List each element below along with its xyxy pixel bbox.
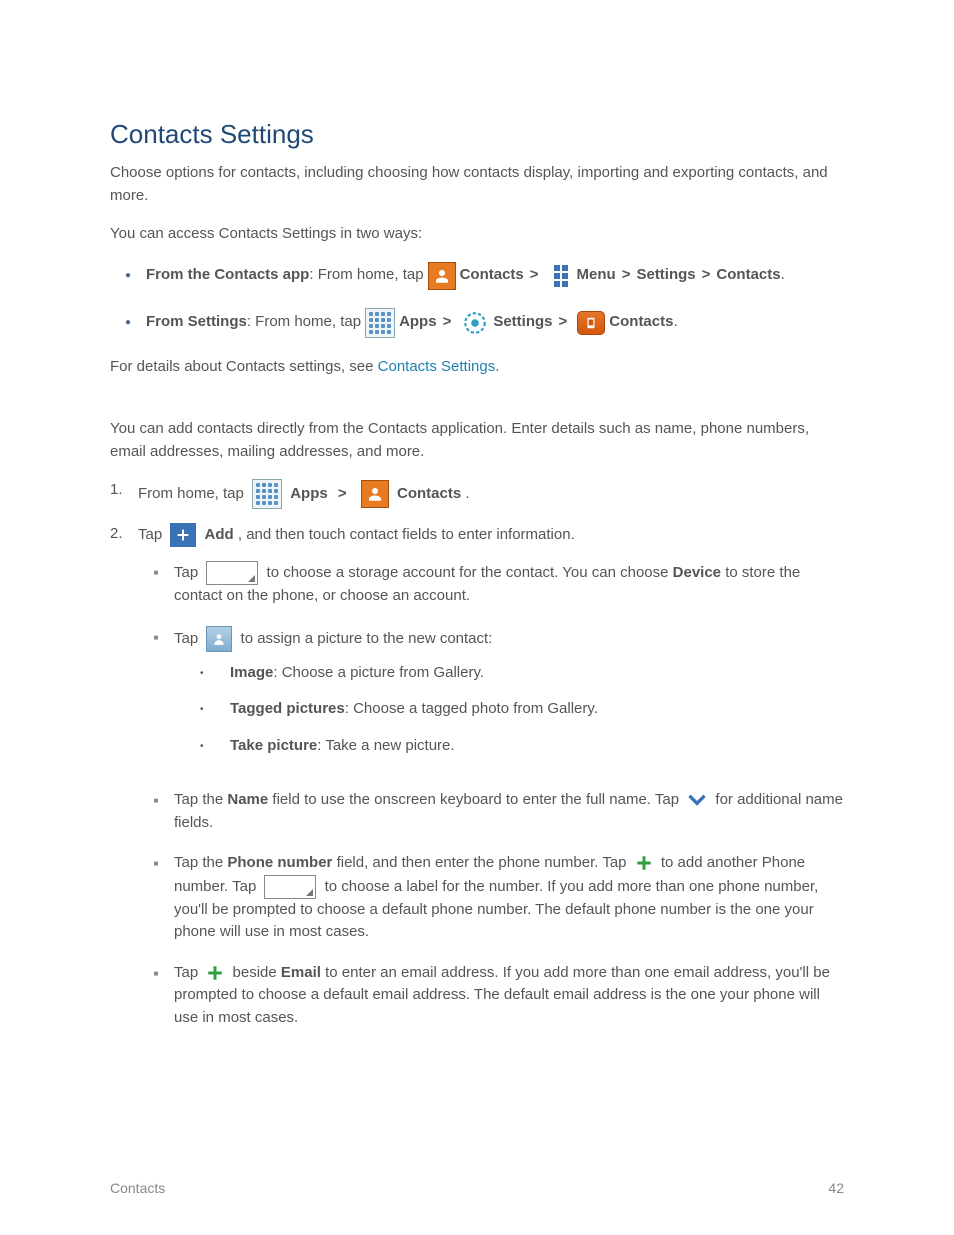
page-title: Contacts Settings [110,115,844,154]
bullet-dot-icon: • [200,662,230,685]
square-bullet-icon: ■ [138,626,174,772]
text-from-home-tap: : From home, tap [309,264,423,287]
overflow-menu-icon [549,264,573,288]
details-line: For details about Contacts settings, see… [110,356,844,379]
phone-label-dropdown-icon [264,875,316,899]
picture-option-take: • Take picture: Take a new picture. [200,735,844,758]
substep-name-field: ■ Tap the Name field to use the onscreen… [138,789,844,834]
bullet-dot-icon: ● [110,318,146,328]
label-apps: Apps [290,485,328,502]
apps-grid-icon [365,308,395,338]
substep-email-field: ■ Tap beside Email to enter an email add… [138,962,844,1030]
account-dropdown-icon [206,561,258,585]
label-email-field: Email [281,964,321,981]
chevron-right-icon: > [530,264,539,287]
label-phone-number-field: Phone number [227,854,332,871]
substep-picture: ■ Tap to assign a picture to the new con… [138,626,844,772]
bullet-from-contacts: ● From the Contacts app : From home, tap… [110,262,844,290]
contacts-settings-link[interactable]: Contacts Settings [378,358,496,375]
label-add: Add [205,526,234,543]
label-menu: Menu [577,264,616,287]
step-number: 2. [110,523,138,1047]
label-contacts: Contacts [609,311,673,334]
contacts-app-icon [428,262,456,290]
chevron-right-icon: > [338,485,347,502]
step-2: 2. Tap Add , and then touch contact fiel… [110,523,844,1047]
label-from-contacts-app: From the Contacts app [146,264,309,287]
application-manager-icon [577,311,605,335]
add-field-icon [206,964,224,982]
contacts-app-icon [361,480,389,508]
footer-section-name: Contacts [110,1178,165,1199]
label-settings: Settings [493,311,552,334]
label-contacts-word: Contacts [716,264,780,287]
label-name-field: Name [227,791,268,808]
bullet-from-settings: ● From Settings : From home, tap Apps > [110,308,844,338]
label-contacts: Contacts [460,264,524,287]
contact-photo-icon [206,626,232,652]
chevron-down-icon [687,793,707,807]
add-field-icon [635,854,653,872]
gear-icon [461,309,489,337]
label-apps: Apps [399,311,437,334]
substep-storage: ■ Tap to choose a storage account for th… [138,561,844,608]
bullet-dot-icon: ● [110,271,146,281]
footer-page-number: 42 [828,1178,844,1199]
square-bullet-icon: ■ [138,789,174,834]
apps-grid-icon [252,479,282,509]
label-contacts: Contacts [397,485,461,502]
picture-option-image: • Image: Choose a picture from Gallery. [200,662,844,685]
text-from-home-tap: : From home, tap [247,311,361,334]
bullet-dot-icon: • [200,735,230,758]
add-contact-icon [170,523,196,547]
add-intro: You can add contacts directly from the C… [110,418,844,463]
label-settings: Settings [636,264,695,287]
square-bullet-icon: ■ [138,852,174,944]
square-bullet-icon: ■ [138,962,174,1030]
intro-text: Choose options for contacts, including c… [110,162,844,207]
chevron-right-icon: > [443,311,452,334]
picture-option-tagged: • Tagged pictures: Choose a tagged photo… [200,698,844,721]
chevron-right-icon: > [702,264,711,287]
step-number: 1. [110,479,138,509]
label-device: Device [673,564,721,581]
step-1: 1. From home, tap Apps > Contacts [110,479,844,509]
label-from-settings: From Settings [146,311,247,334]
substep-phone-field: ■ Tap the Phone number field, and then e… [138,852,844,944]
chevron-right-icon: > [559,311,568,334]
chevron-right-icon: > [622,264,631,287]
square-bullet-icon: ■ [138,561,174,608]
bullet-dot-icon: • [200,698,230,721]
access-intro: You can access Contacts Settings in two … [110,223,844,246]
